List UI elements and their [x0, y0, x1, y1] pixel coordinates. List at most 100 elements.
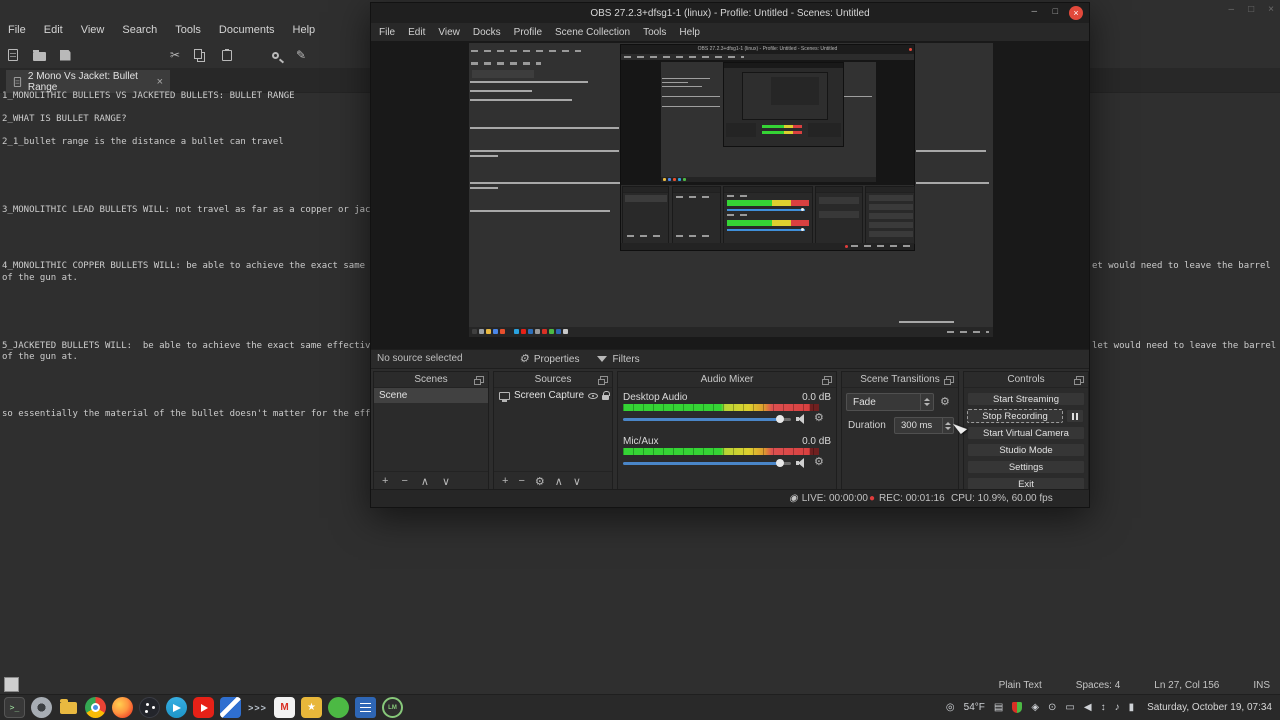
mic-aux-slider[interactable]	[623, 462, 791, 465]
source-properties-button[interactable]: ⚙	[535, 475, 545, 488]
open-file-icon[interactable]	[26, 44, 52, 66]
search-icon[interactable]: ⊙	[1048, 702, 1056, 713]
slider-handle[interactable]	[776, 459, 784, 467]
popout-icon[interactable]	[1074, 376, 1084, 385]
menu-view[interactable]: View	[81, 24, 105, 36]
linux-mint-app-icon[interactable]: LM	[382, 697, 403, 718]
volume-icon[interactable]: ◀	[1084, 702, 1092, 713]
clock[interactable]: Saturday, October 19, 07:34	[1147, 702, 1272, 713]
dropdown-arrows-icon[interactable]	[920, 394, 933, 410]
properties-button[interactable]: ⚙ Properties	[519, 353, 579, 365]
network-icon[interactable]: ↕	[1101, 702, 1106, 713]
shield-icon[interactable]	[1012, 702, 1023, 713]
minimize-icon[interactable]: –	[1031, 6, 1037, 17]
obs-app-icon[interactable]	[139, 697, 160, 718]
obs-menu-view[interactable]: View	[438, 27, 460, 38]
scene-list-item[interactable]: Scene	[374, 388, 488, 403]
channel-settings-icon[interactable]: ⚙	[814, 457, 824, 468]
duration-spinbox[interactable]: 300 ms	[894, 417, 954, 434]
menu-search[interactable]: Search	[122, 24, 157, 36]
obs-menu-docks[interactable]: Docks	[473, 27, 501, 38]
window-list-icon[interactable]	[4, 677, 19, 692]
screenshot-app-icon[interactable]	[31, 697, 52, 718]
sources-header[interactable]: Sources	[494, 372, 612, 388]
new-file-icon[interactable]	[0, 44, 26, 66]
telegram-app-icon[interactable]	[166, 697, 187, 718]
source-up-button[interactable]: ∧	[555, 475, 563, 488]
obs-menu-file[interactable]: File	[379, 27, 395, 38]
screencast-icon[interactable]: ◎	[946, 702, 955, 713]
transitions-header[interactable]: Scene Transitions	[842, 372, 958, 388]
chevrons-app-icon[interactable]: >>>	[247, 697, 268, 718]
scene-up-button[interactable]: ∧	[421, 475, 429, 488]
scene-down-button[interactable]: ∨	[442, 475, 450, 488]
obs-menu-profile[interactable]: Profile	[514, 27, 542, 38]
stop-recording-button[interactable]: Stop Recording	[967, 409, 1063, 423]
obs-menu-help[interactable]: Help	[679, 27, 700, 38]
terminal-app-icon[interactable]: >_	[4, 697, 25, 718]
paste-icon[interactable]	[214, 44, 240, 66]
music-icon[interactable]: ♪	[1115, 702, 1120, 713]
statusbar-language[interactable]: Plain Text	[999, 680, 1042, 691]
audio-mixer-header[interactable]: Audio Mixer	[618, 372, 836, 388]
obs-menu-scene-collection[interactable]: Scene Collection	[555, 27, 630, 38]
controls-header[interactable]: Controls	[964, 372, 1088, 388]
battery-icon[interactable]: ▮	[1129, 702, 1135, 713]
video-app-icon[interactable]	[193, 697, 214, 718]
cut-icon[interactable]: ✂	[162, 44, 188, 66]
speaker-icon[interactable]	[796, 414, 808, 424]
slider-handle[interactable]	[776, 415, 784, 423]
scenes-header[interactable]: Scenes	[374, 372, 488, 388]
transition-config-icon[interactable]: ⚙	[940, 397, 950, 408]
firefox-app-icon[interactable]	[112, 697, 133, 718]
green-app-icon[interactable]	[328, 697, 349, 718]
remove-source-button[interactable]: −	[518, 475, 524, 487]
popout-icon[interactable]	[598, 376, 608, 385]
obs-menu-edit[interactable]: Edit	[408, 27, 425, 38]
mail-app-icon[interactable]: M	[274, 697, 295, 718]
preview-canvas[interactable]: OBS 27.2.3+dfsg1-1 (linux) - Profile: Un…	[469, 43, 993, 337]
add-source-button[interactable]: +	[502, 475, 508, 487]
chromium-app-icon[interactable]	[85, 697, 106, 718]
files-app-icon[interactable]	[58, 697, 79, 718]
speaker-icon[interactable]	[796, 458, 808, 468]
games-app-icon[interactable]: ★	[301, 697, 322, 718]
popout-icon[interactable]	[474, 376, 484, 385]
tab-close-icon[interactable]: ×	[157, 76, 163, 88]
filters-button[interactable]: Filters	[597, 354, 640, 365]
close-icon[interactable]: ×	[1268, 4, 1274, 15]
source-down-button[interactable]: ∨	[573, 475, 581, 488]
popout-icon[interactable]	[944, 376, 954, 385]
start-streaming-button[interactable]: Start Streaming	[967, 392, 1085, 406]
menu-help[interactable]: Help	[293, 24, 316, 36]
obs-titlebar[interactable]: OBS 27.2.3+dfsg1-1 (linux) - Profile: Un…	[371, 3, 1089, 23]
menu-documents[interactable]: Documents	[219, 24, 275, 36]
copy-icon[interactable]	[188, 44, 214, 66]
pause-recording-button[interactable]	[1066, 409, 1084, 423]
maximize-icon[interactable]: □	[1248, 4, 1254, 15]
transition-select[interactable]: Fade	[846, 393, 934, 411]
lock-icon[interactable]	[602, 390, 610, 400]
clipboard-icon[interactable]: ▤	[994, 702, 1003, 713]
popout-icon[interactable]	[822, 376, 832, 385]
replace-icon[interactable]: ✎	[288, 44, 314, 66]
display-icon[interactable]: ▭	[1065, 702, 1074, 713]
source-list-item[interactable]: Screen Capture (X	[494, 388, 612, 403]
blue-app-icon[interactable]	[220, 697, 241, 718]
find-icon[interactable]	[262, 44, 288, 66]
documents-app-icon[interactable]	[355, 697, 376, 718]
channel-settings-icon[interactable]: ⚙	[814, 413, 824, 424]
spin-arrows-icon[interactable]	[942, 418, 953, 433]
menu-edit[interactable]: Edit	[44, 24, 63, 36]
minimize-icon[interactable]: –	[1229, 4, 1235, 15]
close-icon[interactable]: ×	[1069, 6, 1083, 20]
menu-file[interactable]: File	[8, 24, 26, 36]
start-virtual-camera-button[interactable]: Start Virtual Camera	[967, 426, 1085, 440]
studio-mode-button[interactable]: Studio Mode	[967, 443, 1085, 457]
tab-document[interactable]: 2 Mono Vs Jacket: Bullet Range ×	[6, 70, 170, 93]
remove-scene-button[interactable]: −	[401, 475, 407, 487]
obs-menu-tools[interactable]: Tools	[643, 27, 666, 38]
save-icon[interactable]	[52, 44, 78, 66]
user-icon[interactable]: ◈	[1031, 702, 1039, 713]
settings-button[interactable]: Settings	[967, 460, 1085, 474]
